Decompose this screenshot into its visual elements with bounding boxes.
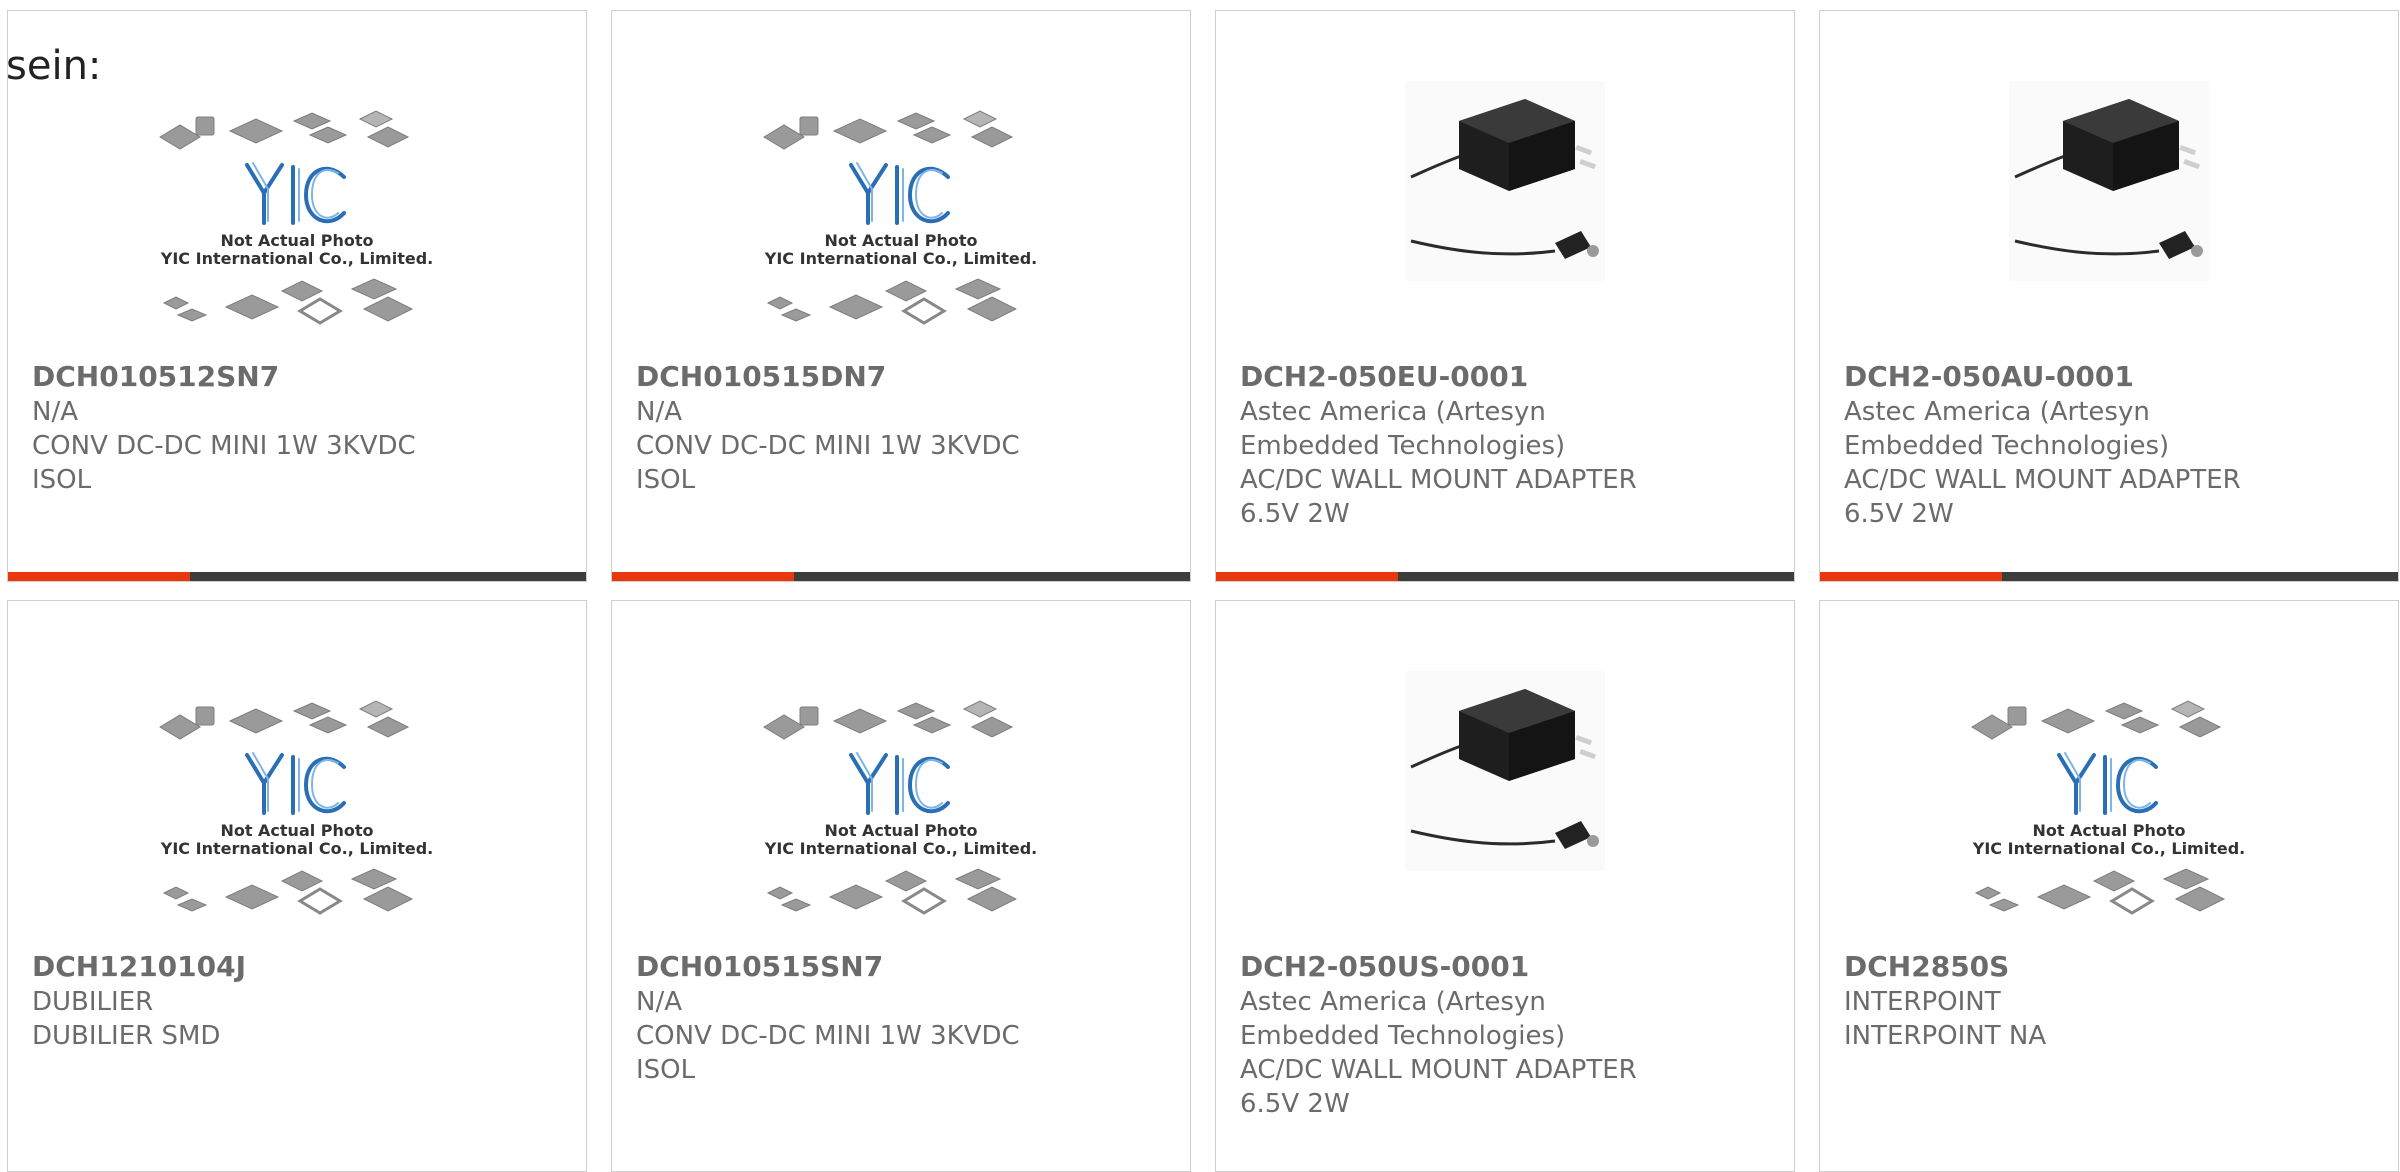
product-description: N/A CONV DC-DC MINI 1W 3KVDC ISOL xyxy=(636,395,1066,497)
product-adapter-image[interactable] xyxy=(1820,81,2398,365)
product-description-line: CONV DC-DC MINI 1W 3KVDC xyxy=(32,431,416,461)
product-description-line: AC/DC WALL MOUNT ADAPTER xyxy=(1240,465,1637,495)
svg-text:YIC International Co., Limited: YIC International Co., Limited. xyxy=(160,249,433,268)
card-accent-bar xyxy=(1820,572,2398,581)
product-description-line: Embedded Technologies) xyxy=(1240,1021,1566,1051)
product-part-number[interactable]: DCH2850S xyxy=(1844,950,2009,984)
product-description-line: 6.5V 2W xyxy=(1240,1089,1350,1119)
product-description: Astec America (Artesyn Embedded Technolog… xyxy=(1240,395,1670,531)
product-description-line: Astec America (Artesyn xyxy=(1240,397,1546,427)
product-card[interactable]: DCH2-050AU-0001 Astec America (Artesyn Emb… xyxy=(1819,10,2399,582)
card-accent-bar xyxy=(612,572,1190,581)
product-description-line: INTERPOINT xyxy=(1844,987,2001,1017)
product-placeholder-image[interactable]: Not Actual Photo YIC International Co., … xyxy=(1820,691,2398,975)
product-description-line: AC/DC WALL MOUNT ADAPTER xyxy=(1844,465,2241,495)
product-part-number[interactable]: DCH1210104J xyxy=(32,950,246,984)
svg-text:Not Actual Photo: Not Actual Photo xyxy=(824,821,977,840)
card-accent-bar xyxy=(8,572,586,581)
intro-text: sein: xyxy=(6,43,102,89)
product-description-line: Astec America (Artesyn xyxy=(1844,397,2150,427)
product-description-line: Embedded Technologies) xyxy=(1844,431,2170,461)
product-description: DUBILIER DUBILIER SMD xyxy=(32,985,462,1053)
svg-text:YIC International Co., Limited: YIC International Co., Limited. xyxy=(160,839,433,858)
card-accent-bar-highlight xyxy=(612,572,794,581)
product-description-line: N/A xyxy=(636,987,682,1017)
svg-text:YIC International Co., Limited: YIC International Co., Limited. xyxy=(1972,839,2245,858)
product-placeholder-image[interactable]: Not Actual Photo YIC International Co., … xyxy=(8,691,586,975)
product-description-line: CONV DC-DC MINI 1W 3KVDC xyxy=(636,431,1020,461)
product-description-line: AC/DC WALL MOUNT ADAPTER xyxy=(1240,1055,1637,1085)
product-description: Astec America (Artesyn Embedded Technolog… xyxy=(1844,395,2274,531)
product-description-line: N/A xyxy=(636,397,682,427)
svg-text:Not Actual Photo: Not Actual Photo xyxy=(2032,821,2185,840)
product-adapter-image[interactable] xyxy=(1216,671,1794,955)
product-description-line: CONV DC-DC MINI 1W 3KVDC xyxy=(636,1021,1020,1051)
product-part-number[interactable]: DCH010515SN7 xyxy=(636,950,883,984)
product-part-number[interactable]: DCH010512SN7 xyxy=(32,360,279,394)
product-card[interactable]: Not Actual Photo YIC International Co., … xyxy=(7,10,587,582)
svg-text:Not Actual Photo: Not Actual Photo xyxy=(220,821,373,840)
product-card[interactable]: Not Actual Photo YIC International Co., … xyxy=(1819,600,2399,1172)
svg-text:YIC International Co., Limited: YIC International Co., Limited. xyxy=(764,249,1037,268)
svg-text:Not Actual Photo: Not Actual Photo xyxy=(824,231,977,250)
product-description-line: DUBILIER SMD xyxy=(32,1021,221,1051)
product-placeholder-image[interactable]: Not Actual Photo YIC International Co., … xyxy=(612,101,1190,385)
product-card[interactable]: DCH2-050US-0001 Astec America (Artesyn Emb… xyxy=(1215,600,1795,1172)
product-description-line: Embedded Technologies) xyxy=(1240,431,1566,461)
product-part-number[interactable]: DCH2-050US-0001 xyxy=(1240,950,1529,984)
product-description-line: 6.5V 2W xyxy=(1240,499,1350,529)
product-part-number[interactable]: DCH2-050EU-0001 xyxy=(1240,360,1528,394)
product-placeholder-image[interactable]: Not Actual Photo YIC International Co., … xyxy=(612,691,1190,975)
product-description-line: N/A xyxy=(32,397,78,427)
card-accent-bar-highlight xyxy=(1820,572,2002,581)
product-description: Astec America (Artesyn Embedded Technolog… xyxy=(1240,985,1670,1121)
product-card[interactable]: Not Actual Photo YIC International Co., … xyxy=(611,600,1191,1172)
svg-text:YIC International Co., Limited: YIC International Co., Limited. xyxy=(764,839,1037,858)
card-accent-bar-highlight xyxy=(1216,572,1398,581)
product-card[interactable]: Not Actual Photo YIC International Co., … xyxy=(611,10,1191,582)
product-description-line: ISOL xyxy=(636,465,696,495)
svg-text:Not Actual Photo: Not Actual Photo xyxy=(220,231,373,250)
product-card[interactable]: Not Actual Photo YIC International Co., … xyxy=(7,600,587,1172)
product-description-line: ISOL xyxy=(636,1055,696,1085)
product-description: N/A CONV DC-DC MINI 1W 3KVDC ISOL xyxy=(32,395,462,497)
product-part-number[interactable]: DCH010515DN7 xyxy=(636,360,886,394)
product-description-line: DUBILIER xyxy=(32,987,154,1017)
product-description-line: Astec America (Artesyn xyxy=(1240,987,1546,1017)
product-description: N/A CONV DC-DC MINI 1W 3KVDC ISOL xyxy=(636,985,1066,1087)
product-description-line: ISOL xyxy=(32,465,92,495)
card-accent-bar-highlight xyxy=(8,572,190,581)
product-adapter-image[interactable] xyxy=(1216,81,1794,365)
product-placeholder-image[interactable]: Not Actual Photo YIC International Co., … xyxy=(8,101,586,385)
product-description: INTERPOINT INTERPOINT NA xyxy=(1844,985,2274,1053)
product-card[interactable]: DCH2-050EU-0001 Astec America (Artesyn Emb… xyxy=(1215,10,1795,582)
card-accent-bar xyxy=(1216,572,1794,581)
product-description-line: INTERPOINT NA xyxy=(1844,1021,2047,1051)
product-description-line: 6.5V 2W xyxy=(1844,499,1954,529)
product-part-number[interactable]: DCH2-050AU-0001 xyxy=(1844,360,2134,394)
